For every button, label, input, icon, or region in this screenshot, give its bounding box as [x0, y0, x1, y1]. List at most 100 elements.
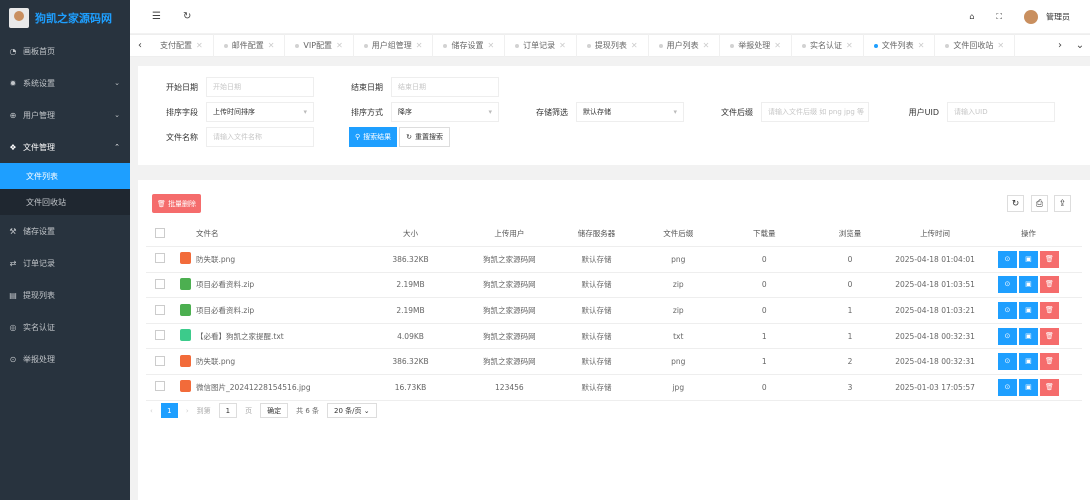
file-name[interactable]: 【必看】狗凯之家提醒.txt: [196, 323, 363, 350]
file-name[interactable]: 防失联.png: [196, 348, 363, 376]
reset-button[interactable]: ↻ 重置搜索: [399, 127, 451, 147]
delete-button[interactable]: 🗑: [1039, 250, 1059, 268]
goto-confirm-button[interactable]: 确定: [260, 403, 289, 418]
home-icon[interactable]: ⌂: [969, 12, 974, 21]
delete-button[interactable]: 🗑: [1039, 327, 1059, 345]
sidebar-item[interactable]: ▤ 提现列表: [0, 279, 130, 311]
view-button[interactable]: ▣: [1018, 378, 1038, 396]
tab-item[interactable]: 订单记录 ✕: [505, 34, 577, 57]
tab-item[interactable]: 提现列表 ✕: [577, 34, 649, 57]
close-icon[interactable]: ✕: [997, 41, 1004, 50]
next-page-icon[interactable]: ›: [186, 407, 189, 415]
close-icon[interactable]: ✕: [336, 41, 343, 50]
view-button[interactable]: ▣: [1018, 250, 1038, 268]
tab-item[interactable]: 举报处理 ✕: [720, 34, 792, 57]
view-button[interactable]: ▣: [1018, 302, 1038, 320]
suffix-input[interactable]: 请输入文件后缀 如 png jpg 等: [761, 102, 869, 122]
refresh-icon[interactable]: ↻: [183, 11, 191, 22]
sidebar-item[interactable]: ⇄ 订单记录: [0, 247, 130, 279]
close-icon[interactable]: ✕: [487, 41, 494, 50]
sidebar-item[interactable]: ⊕ 用户管理 ⌄: [0, 99, 130, 131]
download-button[interactable]: ⊙: [997, 302, 1017, 320]
row-checkbox[interactable]: [155, 330, 166, 341]
delete-button[interactable]: 🗑: [1039, 353, 1059, 371]
goto-page-input[interactable]: 1: [218, 403, 238, 418]
close-icon[interactable]: ✕: [268, 41, 275, 50]
sort-field-select[interactable]: 上传时间排序 ▾: [206, 102, 314, 122]
tab-item[interactable]: 邮件配置 ✕: [214, 34, 286, 57]
close-icon[interactable]: ✕: [774, 41, 781, 50]
download-button[interactable]: ⊙: [997, 276, 1017, 294]
delete-button[interactable]: 🗑: [1039, 378, 1059, 396]
start-date-input[interactable]: 开始日期: [206, 77, 314, 97]
download-button[interactable]: ⊙: [997, 378, 1017, 396]
download-count: 1: [723, 323, 805, 350]
tab-item[interactable]: 支付配置 ✕: [150, 34, 214, 57]
close-icon[interactable]: ✕: [631, 41, 638, 50]
sidebar-item[interactable]: ◎ 实名认证: [0, 311, 130, 343]
sidebar-item[interactable]: ◔ 画板首页: [0, 35, 130, 67]
uid-input[interactable]: 请输入UID: [947, 102, 1055, 122]
row-checkbox[interactable]: [155, 278, 166, 289]
sidebar-item[interactable]: 文件回收站: [0, 189, 130, 215]
tab-item[interactable]: 文件回收站 ✕: [935, 34, 1016, 57]
delete-button[interactable]: 🗑: [1039, 302, 1059, 320]
end-date-input[interactable]: 结束日期: [391, 77, 499, 97]
select-all-checkbox[interactable]: [155, 227, 166, 238]
tab-item[interactable]: 用户列表 ✕: [649, 34, 721, 57]
sidebar-item[interactable]: ⚒ 储存设置: [0, 215, 130, 247]
close-icon[interactable]: ✕: [846, 41, 853, 50]
row-checkbox[interactable]: [155, 253, 166, 264]
close-icon[interactable]: ✕: [918, 41, 925, 50]
tab-item[interactable]: 用户组管理 ✕: [354, 34, 434, 57]
sort-order-select[interactable]: 降序 ▾: [391, 102, 499, 122]
batch-delete-button[interactable]: 🗑 批量删除: [152, 194, 201, 213]
tab-item[interactable]: 储存设置 ✕: [433, 34, 506, 57]
print-button[interactable]: ⎙: [1031, 195, 1048, 212]
sidebar-item[interactable]: ⊙ 举报处理: [0, 343, 130, 375]
delete-button[interactable]: 🗑: [1039, 276, 1059, 294]
close-icon[interactable]: ✕: [559, 41, 566, 50]
user-menu[interactable]: 管理员: [1024, 9, 1070, 24]
tabs-menu-icon[interactable]: ⌄: [1070, 40, 1090, 51]
tabs-next-icon[interactable]: ›: [1050, 40, 1070, 51]
search-button[interactable]: ⚲ 搜索结果: [349, 127, 398, 147]
sidebar-item[interactable]: ❖ 文件管理 ⌃: [0, 131, 130, 163]
fullscreen-icon[interactable]: ⛶: [996, 12, 1002, 22]
name-input[interactable]: 请输入文件名称: [206, 127, 314, 147]
sidebar-item[interactable]: ✹ 系统设置 ⌄: [0, 67, 130, 99]
download-button[interactable]: ⊙: [997, 353, 1017, 371]
close-icon[interactable]: ✕: [196, 41, 203, 50]
view-button[interactable]: ▣: [1018, 327, 1038, 345]
tabs-prev-icon[interactable]: ‹: [130, 40, 150, 51]
tab-item[interactable]: VIP配置 ✕: [285, 34, 354, 57]
file-name[interactable]: 项目必看资料.zip: [196, 297, 363, 324]
file-name[interactable]: 项目必看资料.zip: [196, 272, 363, 299]
filter-panel: 开始日期 开始日期 结束日期 结束日期 排序字段 上传时间排序 ▾ 排序方式 降序 ▾ 存储…: [138, 66, 1090, 165]
export-button[interactable]: ⇪: [1054, 195, 1071, 212]
file-type-icon: [179, 354, 191, 367]
sidebar-item-label: 文件回收站: [26, 197, 66, 207]
close-icon[interactable]: ✕: [416, 41, 423, 50]
row-checkbox[interactable]: [155, 304, 166, 315]
storage-select[interactable]: 默认存储 ▾: [576, 102, 684, 122]
upload-time: 2025-04-18 00:32:31: [895, 348, 975, 376]
row-checkbox[interactable]: [155, 355, 166, 366]
view-button[interactable]: ▣: [1018, 276, 1038, 294]
current-page[interactable]: 1: [160, 403, 178, 418]
menu-toggle-icon[interactable]: ☰: [152, 11, 161, 22]
row-checkbox[interactable]: [155, 381, 166, 392]
download-button[interactable]: ⊙: [997, 250, 1017, 268]
prev-page-icon[interactable]: ‹: [150, 407, 153, 415]
close-icon[interactable]: ✕: [703, 41, 710, 50]
tab-item[interactable]: 文件列表 ✕: [864, 34, 936, 57]
refresh-table-button[interactable]: ↻: [1007, 195, 1024, 212]
download-button[interactable]: ⊙: [997, 327, 1017, 345]
sidebar-item[interactable]: 文件列表: [0, 163, 130, 189]
per-page-select[interactable]: 20 条/页 ⌄: [327, 403, 377, 418]
tab-item[interactable]: 实名认证 ✕: [792, 34, 864, 57]
view-button[interactable]: ▣: [1018, 353, 1038, 371]
file-name[interactable]: 防失联.png: [196, 246, 363, 273]
top-header: ☰ ↻ ⌂ ⛶ 管理员: [130, 0, 1090, 33]
file-name[interactable]: 微信图片_20241228154516.jpg: [196, 374, 363, 401]
